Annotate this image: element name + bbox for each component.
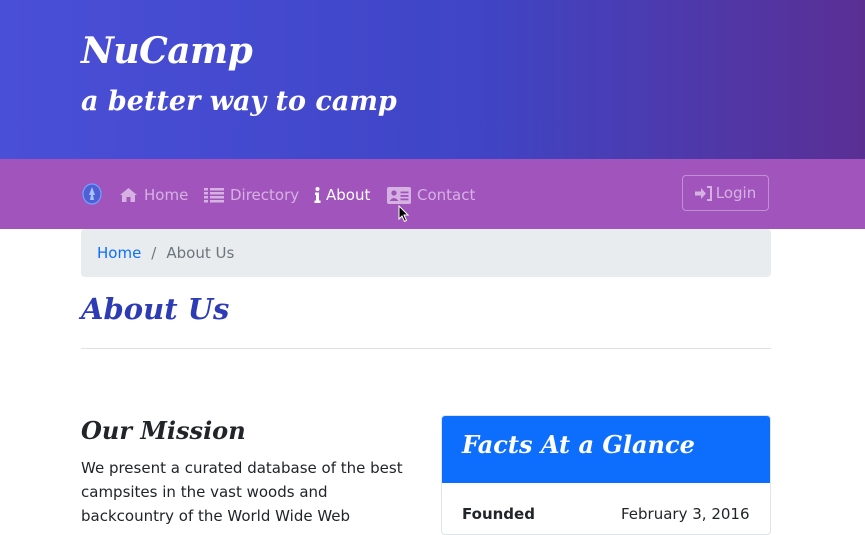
- list-icon: [204, 188, 224, 203]
- nav-item-home-label: Home: [144, 186, 189, 204]
- breadcrumb-home-link[interactable]: Home: [97, 244, 141, 262]
- address-card-icon: [387, 186, 411, 204]
- nav-item-about[interactable]: About: [314, 184, 370, 206]
- nav-item-directory[interactable]: Directory: [204, 184, 299, 206]
- fact-label-founded: Founded: [462, 505, 535, 523]
- page-title: About Us: [81, 292, 230, 326]
- info-icon: [314, 187, 321, 203]
- nav-item-about-label: About: [326, 186, 371, 204]
- breadcrumb-separator: /: [151, 244, 157, 262]
- divider: [81, 348, 771, 349]
- jumbotron-header: NuCamp a better way to camp: [0, 0, 865, 159]
- breadcrumb-current: About Us: [166, 244, 235, 262]
- facts-card-header: Facts At a Glance: [442, 416, 770, 483]
- brand-title: NuCamp: [81, 30, 253, 72]
- nav-item-contact-label: Contact: [417, 186, 476, 204]
- nav-item-directory-label: Directory: [230, 186, 300, 204]
- mission-text: We present a curated database of the bes…: [81, 459, 403, 525]
- facts-card-title: Facts At a Glance: [462, 430, 695, 459]
- mouse-pointer-icon: [398, 205, 410, 223]
- login-button-label: Login: [715, 184, 757, 202]
- nav-item-contact[interactable]: Contact: [387, 184, 475, 206]
- breadcrumb: Home / About Us: [81, 229, 771, 277]
- login-button[interactable]: Login: [682, 175, 769, 211]
- brand-tagline: a better way to camp: [81, 86, 397, 117]
- home-icon: [120, 188, 137, 202]
- mission-heading: Our Mission: [81, 416, 246, 445]
- sign-in-icon: [694, 185, 712, 201]
- nav-item-home[interactable]: Home: [119, 184, 188, 206]
- facts-card: Facts At a Glance Founded February 3, 20…: [441, 415, 771, 535]
- nucamp-logo-icon[interactable]: [82, 183, 102, 205]
- fact-value-founded: February 3, 2016: [621, 505, 750, 523]
